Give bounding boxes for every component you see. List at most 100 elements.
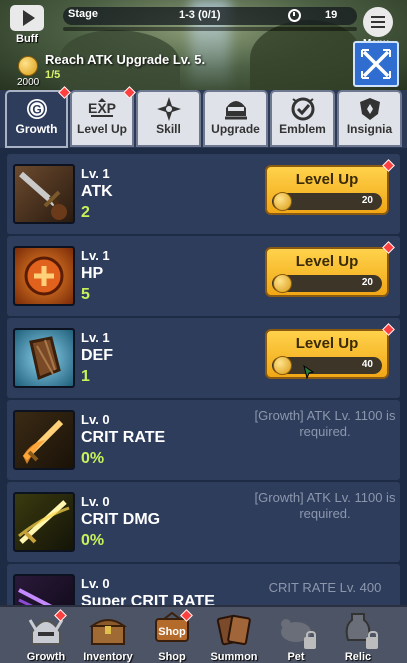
stat-row-atk: Lv. 1 ATK 2 Level Up 20 [7,154,400,234]
tab-label: Growth [15,122,58,136]
stat-value: 5 [81,286,90,303]
health-orb-icon [13,246,75,306]
button-label: Level Up [295,335,359,352]
lock-icon [304,631,316,649]
tab-growth[interactable]: G Growth [5,86,71,148]
tab-upgrade[interactable]: Upgrade [203,90,268,147]
coin-icon [273,192,292,211]
nav-growth[interactable]: Growth [16,609,76,663]
nav-label: Growth [26,651,66,663]
coin-icon [273,356,292,375]
flaming-sword-icon [13,410,75,470]
timer-value: 19 [325,9,338,21]
nav-summon[interactable]: Summon [204,609,264,663]
tab-label: Level Up [76,122,127,136]
close-icon [361,49,391,79]
tab-insignia[interactable]: Insignia [337,90,402,147]
stage-value: 1-3 (0/1) [179,9,221,21]
svg-text:G: G [32,103,41,117]
level-up-button-hp[interactable]: Level Up 20 [265,247,389,297]
quest-banner[interactable]: Reach ATK Upgrade Lv. 5. 1/5 2000 [0,51,250,88]
tab-bar: G Growth EXP Level Up Skill Upgrade Embl… [0,86,407,148]
stat-row-hp: Lv. 1 HP 5 Level Up 20 [7,236,400,316]
cost-value: 20 [361,277,373,288]
cards-icon [216,614,251,646]
cost-display: 40 [272,356,382,375]
stat-name: Super CRIT RATE [81,593,215,605]
button-label: Level Up [295,171,359,188]
stat-name: HP [81,265,104,282]
cost-display: 20 [272,192,382,211]
nav-label: Relic [344,651,372,663]
stage-label: Stage [68,8,98,20]
quest-reward: 2000 [17,77,40,88]
emblem-check-icon [291,97,314,121]
stat-level: Lv. 0 [81,412,110,427]
growth-stat-list[interactable]: Lv. 1 ATK 2 Level Up 20 Lv. 1 HP 5 Level… [0,148,407,605]
nav-label: Inventory [83,651,133,663]
stat-level: Lv. 1 [81,248,110,263]
stat-value: 2 [81,204,90,221]
glowing-sword-icon [13,492,75,552]
tab-emblem[interactable]: Emblem [270,90,335,147]
chest-icon [88,619,128,645]
requirement-text: [Growth] ATK Lv. 1100 is required. [254,490,396,521]
exp-icon: EXP [88,98,116,117]
sword-icon [13,164,75,224]
cursor-icon [303,365,315,379]
level-up-button-def[interactable]: Level Up 40 [265,329,389,379]
nav-label: Summon [210,651,258,663]
tab-label: Emblem [279,122,326,136]
stat-row-super-crit-rate: Lv. 0 Super CRIT RATE CRIT RATE Lv. 400 [7,564,400,605]
stat-row-def: Lv. 1 DEF 1 Level Up 40 [7,318,400,398]
menu-button[interactable] [363,7,393,37]
lock-icon [366,631,378,649]
nav-label: Shop [158,651,186,663]
growth-g-icon: G [26,99,47,119]
buff-button[interactable]: Buff [8,5,46,49]
tab-label: Upgrade [211,122,260,136]
shield-icon [13,328,75,388]
stage-progress-bar [63,27,357,31]
cost-value: 20 [361,195,373,206]
cost-display: 20 [272,274,382,293]
quest-progress: 1/5 [45,69,61,81]
nav-label: Pet [287,651,305,663]
stat-level: Lv. 1 [81,330,110,345]
stat-row-crit-rate: Lv. 0 CRIT RATE 0% [Growth] ATK Lv. 1100… [7,400,400,480]
svg-text:EXP: EXP [88,100,116,116]
stat-name: CRIT DMG [81,511,161,528]
nav-relic[interactable]: Relic [328,609,388,663]
coin-icon [273,274,292,293]
insignia-shield-icon [359,98,380,120]
nav-pet[interactable]: Pet [266,609,326,663]
level-up-button-atk[interactable]: Level Up 20 [265,165,389,215]
stat-name: CRIT RATE [81,429,166,446]
tab-level-up[interactable]: EXP Level Up [70,86,136,147]
stat-value: 0% [81,450,105,467]
stat-row-crit-dmg: Lv. 0 CRIT DMG 0% [Growth] ATK Lv. 1100 … [7,482,400,562]
buff-label: Buff [16,33,38,45]
svg-text:Shop: Shop [158,626,186,638]
tab-label: Insignia [346,122,393,136]
stat-level: Lv. 0 [81,494,110,509]
button-label: Level Up [295,253,359,270]
stat-level: Lv. 0 [81,576,110,591]
skill-shuriken-icon [156,97,181,121]
stat-value: 0% [81,532,105,549]
close-button[interactable] [353,41,399,87]
purple-slash-icon [13,574,75,605]
stage-bar: Stage 1-3 (0/1) 19 [63,7,357,25]
stat-level: Lv. 1 [81,166,110,181]
tab-skill[interactable]: Skill [136,90,201,147]
requirement-text: [Growth] ATK Lv. 1100 is required. [254,408,396,439]
cost-value: 40 [361,359,373,370]
stat-name: ATK [81,183,113,200]
play-icon [10,5,44,31]
nav-inventory[interactable]: Inventory [78,609,138,663]
clock-icon [288,9,301,22]
tab-label: Skill [156,122,181,136]
ninja-helmet-icon [224,101,247,120]
requirement-text: CRIT RATE Lv. 400 [268,580,382,595]
nav-shop[interactable]: Shop Shop [142,609,202,663]
